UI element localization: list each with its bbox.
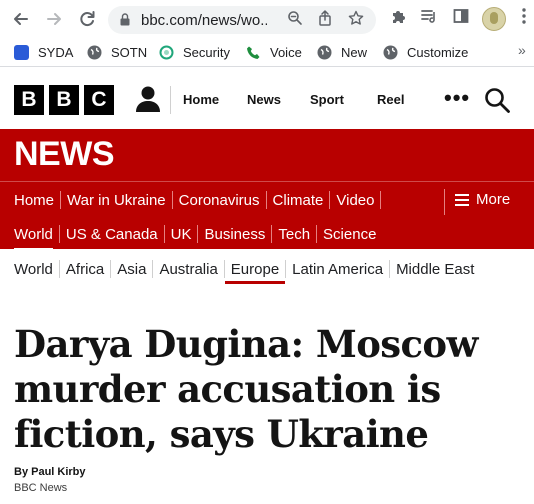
news-divider [0, 181, 534, 182]
reload-icon [80, 11, 95, 27]
nav-separator [380, 191, 382, 209]
region-item-europe[interactable]: Europe [224, 261, 286, 284]
star-icon[interactable] [346, 10, 366, 30]
region-item-africa[interactable]: Africa [60, 261, 110, 278]
security-favicon [159, 45, 174, 60]
bookmark-new[interactable]: New [317, 43, 367, 61]
bbc-logo-letter[interactable]: C [84, 85, 114, 115]
primary-nav: Home War in Ukraine Coronavirus Climate … [8, 185, 382, 215]
region-item-world[interactable]: World [8, 261, 59, 278]
region-item-middle-east[interactable]: Middle East [390, 261, 480, 278]
bookmark-label: SYDA [38, 44, 74, 60]
bookmarks-bar: SYDA SOTN Security Voice New Customize [0, 38, 534, 66]
search-icon[interactable] [484, 87, 510, 113]
nav-item-us-canada[interactable]: US & Canada [60, 226, 164, 243]
nav-item-coronavirus[interactable]: Coronavirus [173, 192, 266, 209]
zoom-icon[interactable] [285, 10, 305, 30]
address-bar[interactable]: bbc.com/news/wo... [108, 6, 376, 34]
browser-toolbar: bbc.com/news/wo... [0, 0, 534, 38]
lock-icon [120, 13, 130, 26]
region-item-latin-america[interactable]: Latin America [286, 261, 389, 278]
bookmark-sotn[interactable]: SOTN [87, 43, 147, 61]
masthead-link-sport[interactable]: Sport [310, 92, 344, 107]
bookmark-voice[interactable]: Voice [246, 43, 302, 61]
phone-icon [246, 45, 261, 60]
more-label: More [476, 191, 511, 208]
globe-icon [87, 45, 102, 60]
secondary-nav: World US & Canada UK Business Tech Scien… [8, 219, 382, 251]
nav-item-war-in-ukraine[interactable]: War in Ukraine [61, 192, 172, 209]
nav-item-uk[interactable]: UK [165, 226, 198, 243]
share-icon[interactable] [315, 10, 335, 30]
globe-icon [317, 45, 332, 60]
bbc-logo-letter[interactable]: B [49, 85, 79, 115]
nav-item-tech[interactable]: Tech [272, 226, 316, 243]
syda-favicon [14, 44, 29, 60]
bookmark-label: New [341, 44, 368, 60]
back-button[interactable] [10, 8, 32, 30]
puzzle-icon[interactable] [388, 8, 410, 30]
bbc-logo-letter[interactable]: B [14, 85, 44, 115]
nav-item-science[interactable]: Science [317, 226, 382, 243]
news-header: NEWS Home War in Ukraine Coronavirus Cli… [0, 129, 534, 251]
region-nav: World Africa Asia Australia Europe Latin… [8, 256, 480, 284]
reload-button[interactable] [76, 8, 98, 30]
bookmark-label: Customize [407, 44, 469, 60]
nav-item-climate[interactable]: Climate [267, 192, 330, 209]
article-organisation: BBC News [14, 482, 68, 494]
forward-button[interactable] [43, 8, 65, 30]
masthead-divider [170, 86, 171, 114]
nav-item-world[interactable]: World [8, 226, 59, 251]
reading-list-icon[interactable] [419, 8, 441, 30]
bookmark-security[interactable]: Security [159, 43, 230, 61]
profile-avatar[interactable] [482, 7, 506, 31]
globe-icon [383, 45, 398, 60]
more-menu-button[interactable]: More [455, 191, 510, 208]
bookmark-customize[interactable]: Customize [383, 43, 468, 61]
arrow-left-icon [14, 13, 28, 25]
region-item-australia[interactable]: Australia [153, 261, 223, 278]
bookmark-label: SOTN [111, 44, 148, 60]
hamburger-icon [455, 193, 469, 206]
bookmark-label: Security [183, 44, 230, 60]
news-title[interactable]: NEWS [14, 135, 115, 174]
side-panel-icon[interactable] [450, 8, 472, 30]
bookmarks-overflow-button[interactable]: » [518, 42, 526, 58]
article-headline: Darya Dugina: Moscow murder accusation i… [14, 322, 478, 456]
masthead-link-reel[interactable]: Reel [377, 92, 404, 107]
masthead-link-home[interactable]: Home [183, 92, 219, 107]
masthead-link-news[interactable]: News [247, 92, 281, 107]
nav-item-video[interactable]: Video [330, 192, 380, 209]
article-author: By Paul Kirby [14, 466, 86, 478]
bbc-masthead: B B C Home News Sport Reel ••• [0, 67, 534, 129]
account-icon[interactable] [134, 85, 162, 113]
bookmark-label: Voice [270, 44, 302, 60]
more-separator [444, 189, 445, 215]
region-item-asia[interactable]: Asia [111, 261, 152, 278]
arrow-right-icon [47, 13, 61, 25]
bookmark-syda[interactable]: SYDA [14, 43, 73, 61]
masthead-more-button[interactable]: ••• [444, 85, 470, 111]
nav-item-home[interactable]: Home [8, 192, 60, 209]
nav-item-business[interactable]: Business [198, 226, 271, 243]
url-text[interactable]: bbc.com/news/wo... [141, 12, 267, 29]
kebab-menu-icon[interactable] [517, 8, 531, 30]
